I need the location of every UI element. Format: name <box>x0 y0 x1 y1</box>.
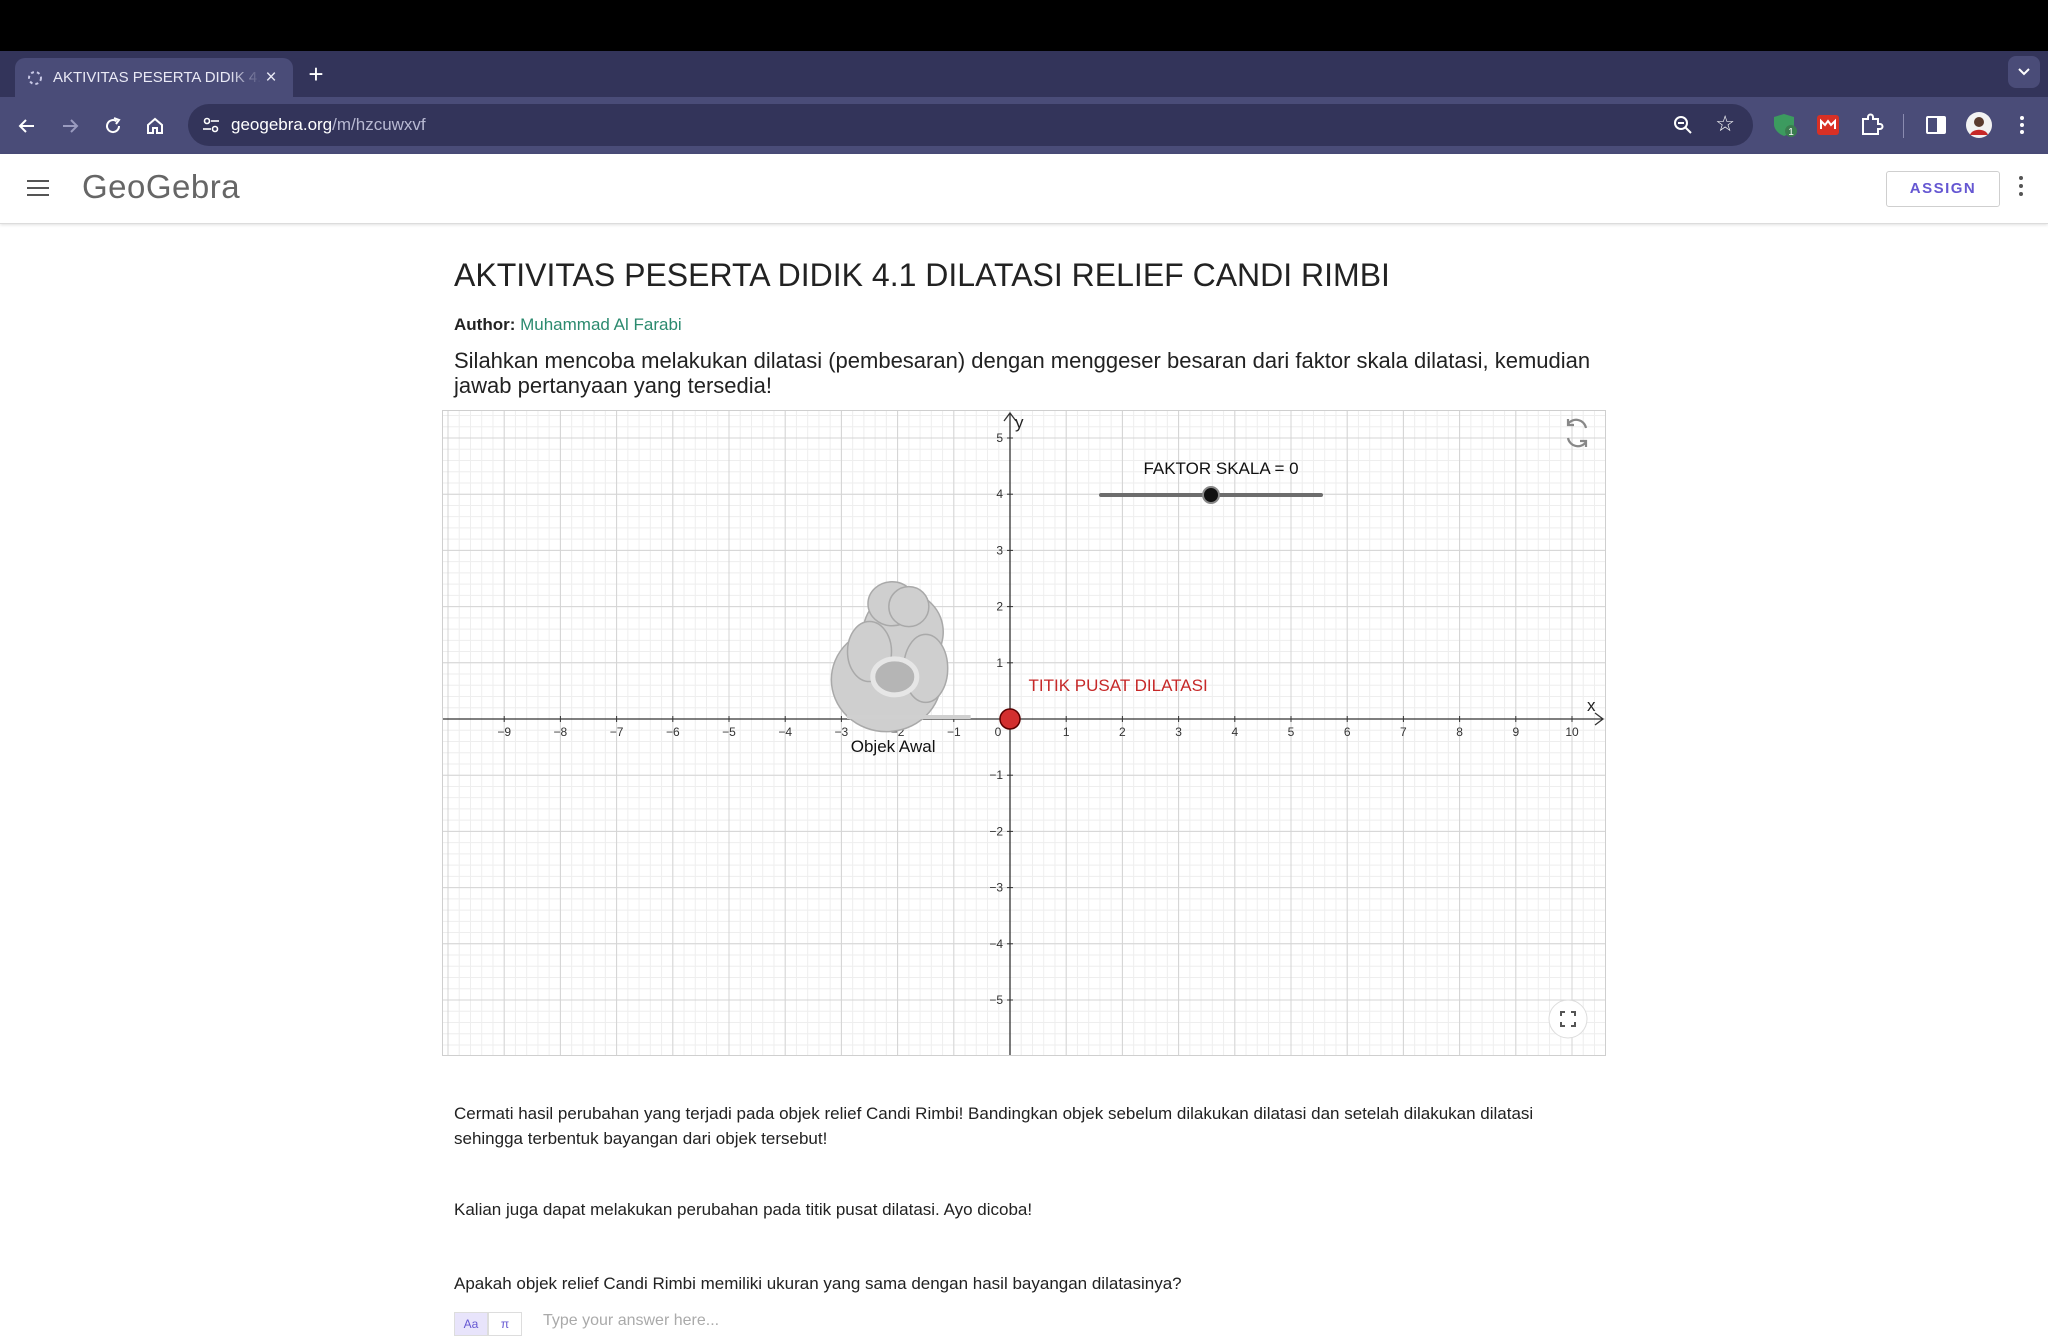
tab-search-button[interactable] <box>2008 56 2040 88</box>
more-options-icon[interactable] <box>2016 176 2026 200</box>
fullscreen-button[interactable] <box>1548 999 1588 1039</box>
y-tick-label: −3 <box>989 881 1003 895</box>
x-tick-label: 4 <box>1231 725 1238 739</box>
url-path: /m/hzcuwxvf <box>332 115 426 134</box>
math-mode-tab[interactable]: π <box>488 1312 522 1336</box>
question-3: Apakah objek relief Candi Rimbi memiliki… <box>454 1274 1182 1293</box>
x-tick-label: 8 <box>1456 725 1463 739</box>
extension-badge: 1 <box>1788 127 1794 138</box>
y-tick-label: 4 <box>996 487 1003 501</box>
x-tick-label: 5 <box>1288 725 1295 739</box>
tab-strip: AKTIVITAS PESERTA DIDIK 4.1 DILATASI REL… <box>0 51 2048 97</box>
home-button[interactable] <box>140 111 170 141</box>
browser-tab[interactable]: AKTIVITAS PESERTA DIDIK 4.1 DILATASI REL… <box>15 58 293 97</box>
text-mode-tab[interactable]: Aa <box>454 1312 488 1336</box>
x-tick-label: −6 <box>666 725 680 739</box>
relief-object-image[interactable] <box>830 581 949 733</box>
x-tick-label: −5 <box>722 725 736 739</box>
url-text[interactable]: geogebra.org/m/hzcuwxvf <box>231 115 426 135</box>
x-tick-label: 9 <box>1512 725 1519 739</box>
x-tick-label: −3 <box>835 725 849 739</box>
y-axis-label: y <box>1015 413 1024 432</box>
author-link[interactable]: Muhammad Al Farabi <box>520 315 682 334</box>
forward-button[interactable] <box>55 111 85 141</box>
y-tick-label: −2 <box>989 824 1003 838</box>
x-tick-label: −7 <box>610 725 624 739</box>
scale-slider-handle[interactable] <box>1202 486 1220 504</box>
new-tab-button[interactable]: + <box>303 59 329 89</box>
y-tick-label: 5 <box>996 431 1003 445</box>
home-icon <box>147 117 163 134</box>
graphics-view[interactable]: x y −9 −8 −7 −6 −5 −4 −3 −2 −1 0 1 2 3 4 5 6 7 8 9 10 5 4 3 2 1 −1 −… <box>443 411 1606 1056</box>
x-tick-label: 0 <box>995 725 1002 739</box>
y-tick-label: 1 <box>996 656 1003 670</box>
site-info-icon[interactable] <box>200 114 222 136</box>
menu-icon[interactable] <box>27 180 49 196</box>
address-bar[interactable]: geogebra.org/m/hzcuwxvf ☆ <box>188 104 1753 146</box>
geogebra-header: GeoGebra ASSIGN <box>0 154 2048 224</box>
y-tick-label: −5 <box>989 993 1003 1007</box>
url-host: geogebra.org <box>231 115 333 134</box>
geogebra-applet[interactable]: x y −9 −8 −7 −6 −5 −4 −3 −2 −1 0 1 2 3 4 5 6 7 8 9 10 5 4 3 2 1 −1 −… <box>442 410 1606 1056</box>
y-tick-label: −4 <box>989 937 1003 951</box>
x-tick-label: 6 <box>1344 725 1351 739</box>
relief-base <box>847 715 971 719</box>
center-point-label: TITIK PUSAT DILATASI <box>1029 676 1208 695</box>
object-label: Objek Awal <box>851 737 936 756</box>
shield-extension-icon[interactable]: 1 <box>1770 111 1798 139</box>
tab-close-icon[interactable]: × <box>261 67 281 89</box>
x-tick-label: −9 <box>497 725 511 739</box>
back-button[interactable] <box>12 111 42 141</box>
reload-icon <box>106 117 121 134</box>
tab-title: AKTIVITAS PESERTA DIDIK 4.1 DILATASI REL… <box>53 69 261 86</box>
side-panel-icon[interactable] <box>1922 111 1950 139</box>
x-tick-label: −1 <box>947 725 961 739</box>
red-extension-icon[interactable] <box>1814 111 1842 139</box>
x-tick-label: 2 <box>1119 725 1126 739</box>
x-tick-label: 10 <box>1565 725 1579 739</box>
x-tick-label: 3 <box>1175 725 1182 739</box>
browser-toolbar: geogebra.org/m/hzcuwxvf ☆ 1 <box>0 97 2048 154</box>
extensions-puzzle-icon[interactable] <box>1857 111 1885 139</box>
slider-label: FAKTOR SKALA = 0 <box>1143 459 1298 478</box>
geogebra-logo[interactable]: GeoGebra <box>82 168 240 206</box>
forward-arrow-icon <box>63 119 79 133</box>
x-tick-label: −4 <box>778 725 792 739</box>
back-arrow-icon <box>18 119 34 133</box>
x-tick-label: −8 <box>554 725 568 739</box>
answer-box[interactable]: Aa π Type your answer here... <box>454 1312 1604 1342</box>
question-2: Kalian juga dapat melakukan perubahan pa… <box>454 1200 1033 1219</box>
profile-avatar[interactable] <box>1965 111 1993 139</box>
author-line: Author: Muhammad Al Farabi <box>454 315 682 335</box>
author-label: Author: <box>454 315 516 334</box>
y-tick-label: −1 <box>989 768 1003 782</box>
instruction-text: Silahkan mencoba melakukan dilatasi (pem… <box>454 348 1591 398</box>
answer-input[interactable]: Type your answer here... <box>543 1312 719 1330</box>
dilation-center-point[interactable] <box>999 708 1021 730</box>
x-tick-label: 1 <box>1063 725 1070 739</box>
browser-menu-icon[interactable] <box>2008 111 2036 139</box>
assign-button[interactable]: ASSIGN <box>1886 171 2000 207</box>
toolbar-divider <box>1903 114 1904 138</box>
question-1: Cermati hasil perubahan yang terjadi pad… <box>454 1104 1534 1148</box>
x-axis-label: x <box>1587 696 1596 715</box>
y-tick-label: 3 <box>996 543 1003 557</box>
page-title: AKTIVITAS PESERTA DIDIK 4.1 DILATASI REL… <box>454 257 1390 293</box>
bookmark-star-icon[interactable]: ☆ <box>1715 111 1735 137</box>
window-top-bar <box>0 0 2048 51</box>
reload-button[interactable] <box>98 111 128 141</box>
x-tick-label: 7 <box>1400 725 1407 739</box>
zoom-icon[interactable] <box>1671 113 1695 137</box>
loading-favicon-icon <box>27 70 43 86</box>
y-tick-label: 2 <box>996 600 1003 614</box>
